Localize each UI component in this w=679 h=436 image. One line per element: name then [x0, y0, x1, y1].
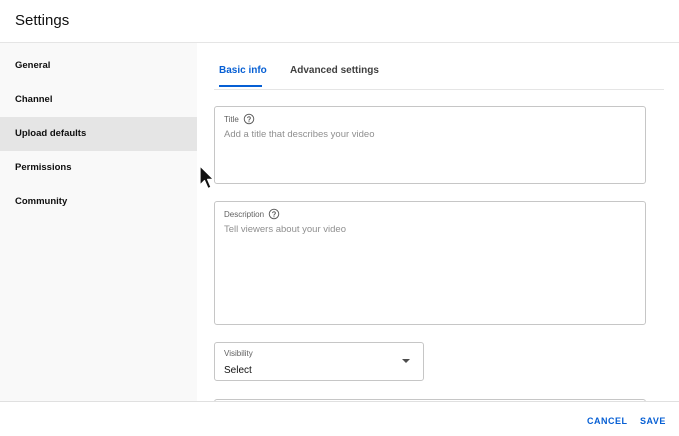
description-label-group: Description: [224, 208, 280, 220]
description-placeholder: Tell viewers about your video: [224, 224, 346, 235]
visibility-label: Visibility: [224, 349, 253, 358]
tab-basic-info[interactable]: Basic info: [219, 65, 267, 76]
mouse-pointer-icon: [199, 165, 215, 190]
footer-bar: CANCEL SAVE: [0, 401, 679, 436]
title-label-group: Title: [224, 113, 255, 125]
sidebar-item-upload-defaults[interactable]: Upload defaults: [0, 117, 197, 151]
visibility-dropdown[interactable]: Visibility Select: [214, 342, 424, 381]
sidebar-item-channel[interactable]: Channel: [0, 83, 197, 117]
save-button[interactable]: SAVE: [640, 416, 666, 426]
tab-advanced-settings[interactable]: Advanced settings: [290, 65, 379, 76]
tabs-divider: [214, 89, 664, 90]
help-icon[interactable]: [243, 113, 255, 125]
sidebar-item-permissions[interactable]: Permissions: [0, 151, 197, 185]
title-label: Title: [224, 114, 239, 124]
cancel-button[interactable]: CANCEL: [587, 416, 628, 426]
page-title: Settings: [15, 12, 70, 29]
description-field[interactable]: Description Tell viewers about your vide…: [214, 201, 646, 325]
title-field[interactable]: Title Add a title that describes your vi…: [214, 106, 646, 184]
sidebar-item-community[interactable]: Community: [0, 185, 197, 219]
visibility-value: Select: [224, 365, 252, 376]
sidebar-item-general[interactable]: General: [0, 49, 197, 83]
description-label: Description: [224, 209, 265, 219]
active-tab-indicator: [219, 85, 262, 87]
title-placeholder: Add a title that describes your video: [224, 129, 375, 140]
page-header: Settings: [0, 0, 679, 43]
settings-main-panel: Basic info Advanced settings Title Add a…: [197, 43, 679, 405]
help-icon[interactable]: [268, 208, 280, 220]
chevron-down-icon: [402, 359, 410, 363]
tab-bar: Basic info Advanced settings: [197, 43, 679, 90]
settings-sidebar: General Channel Upload defaults Permissi…: [0, 43, 197, 401]
